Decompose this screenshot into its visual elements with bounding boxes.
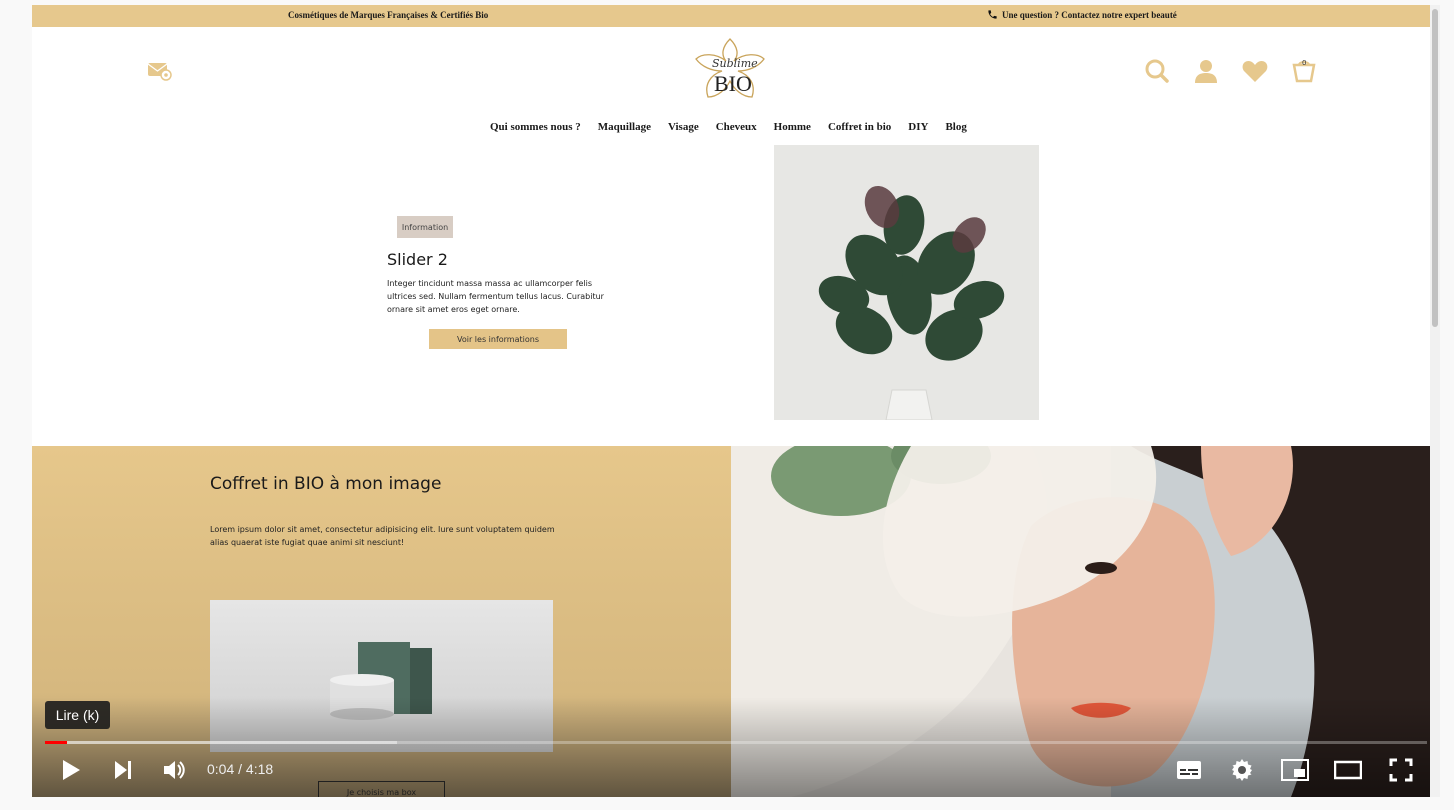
announcement-text: Cosmétiques de Marques Françaises & Cert…	[288, 10, 489, 20]
coffret-title: Coffret in BIO à mon image	[210, 474, 442, 494]
nav-item-cheveux[interactable]: Cheveux	[716, 121, 757, 133]
contact-link[interactable]: Une question ? Contactez notre expert be…	[987, 9, 1177, 20]
settings-button[interactable]	[1227, 755, 1257, 785]
slide-cta-button[interactable]: Voir les informations	[429, 329, 567, 349]
page-scrollbar[interactable]	[1430, 5, 1440, 797]
coffret-section: Coffret in BIO à mon image Lorem ipsum d…	[32, 446, 731, 797]
slide-badge: Information	[397, 216, 453, 238]
main-nav: Qui sommes nous ? Maquillage Visage Chev…	[490, 121, 967, 133]
nav-item-homme[interactable]: Homme	[774, 121, 811, 133]
coffret-text: Lorem ipsum dolor sit amet, consectetur …	[210, 525, 555, 547]
theater-icon	[1334, 760, 1362, 780]
coffret-cta-button[interactable]: Je choisis ma box	[318, 781, 445, 797]
fullscreen-button[interactable]	[1386, 755, 1416, 785]
nav-item-visage[interactable]: Visage	[668, 121, 699, 133]
phone-icon	[988, 10, 997, 19]
miniplayer-icon	[1281, 759, 1309, 781]
logo-script: Sublime	[712, 57, 758, 70]
theater-mode-button[interactable]	[1333, 755, 1363, 785]
product-image	[210, 600, 553, 752]
slide-title: Slider 2	[387, 250, 448, 269]
nav-item-diy[interactable]: DIY	[908, 121, 928, 133]
nav-item-about[interactable]: Qui sommes nous ?	[490, 121, 581, 133]
announcement-bar: Cosmétiques de Marques Françaises & Cert…	[32, 5, 1430, 27]
nav-item-maquillage[interactable]: Maquillage	[598, 121, 651, 133]
site-logo[interactable]: Sublime BIO	[692, 37, 768, 107]
scrollbar-thumb[interactable]	[1432, 9, 1438, 327]
progress-bar[interactable]	[45, 741, 1427, 744]
slide-text: Integer tincidunt massa massa ac ullamco…	[387, 279, 604, 314]
cart-count: 0	[1302, 59, 1307, 67]
time-display: 0:04 / 4:18	[207, 761, 274, 777]
video-frame[interactable]: Cosmétiques de Marques Françaises & Cert…	[32, 5, 1430, 797]
portrait-image	[731, 446, 1430, 797]
mail-icon[interactable]	[147, 60, 173, 82]
plant-image	[774, 145, 1039, 420]
logo-text: BIO	[714, 71, 752, 96]
contact-text: Une question ? Contactez notre expert be…	[1002, 9, 1177, 20]
play-tooltip: Lire (k)	[45, 701, 110, 729]
miniplayer-button[interactable]	[1280, 755, 1310, 785]
gear-icon	[1232, 759, 1252, 781]
progress-loaded	[45, 741, 397, 744]
volume-button[interactable]	[159, 755, 189, 785]
play-icon	[63, 760, 80, 780]
cart-icon[interactable]: 0	[1290, 57, 1318, 85]
volume-icon	[164, 761, 185, 779]
nav-item-coffret[interactable]: Coffret in bio	[828, 121, 891, 133]
skip-next-icon	[115, 761, 131, 779]
subtitles-icon	[1177, 761, 1201, 779]
nav-item-blog[interactable]: Blog	[945, 121, 966, 133]
search-icon[interactable]	[1143, 57, 1171, 85]
user-icon[interactable]	[1192, 57, 1220, 85]
next-button[interactable]	[108, 755, 138, 785]
play-button[interactable]	[56, 755, 86, 785]
fullscreen-icon	[1389, 758, 1413, 782]
progress-played	[45, 741, 67, 744]
subtitles-button[interactable]	[1174, 755, 1204, 785]
heart-icon[interactable]	[1241, 57, 1269, 85]
